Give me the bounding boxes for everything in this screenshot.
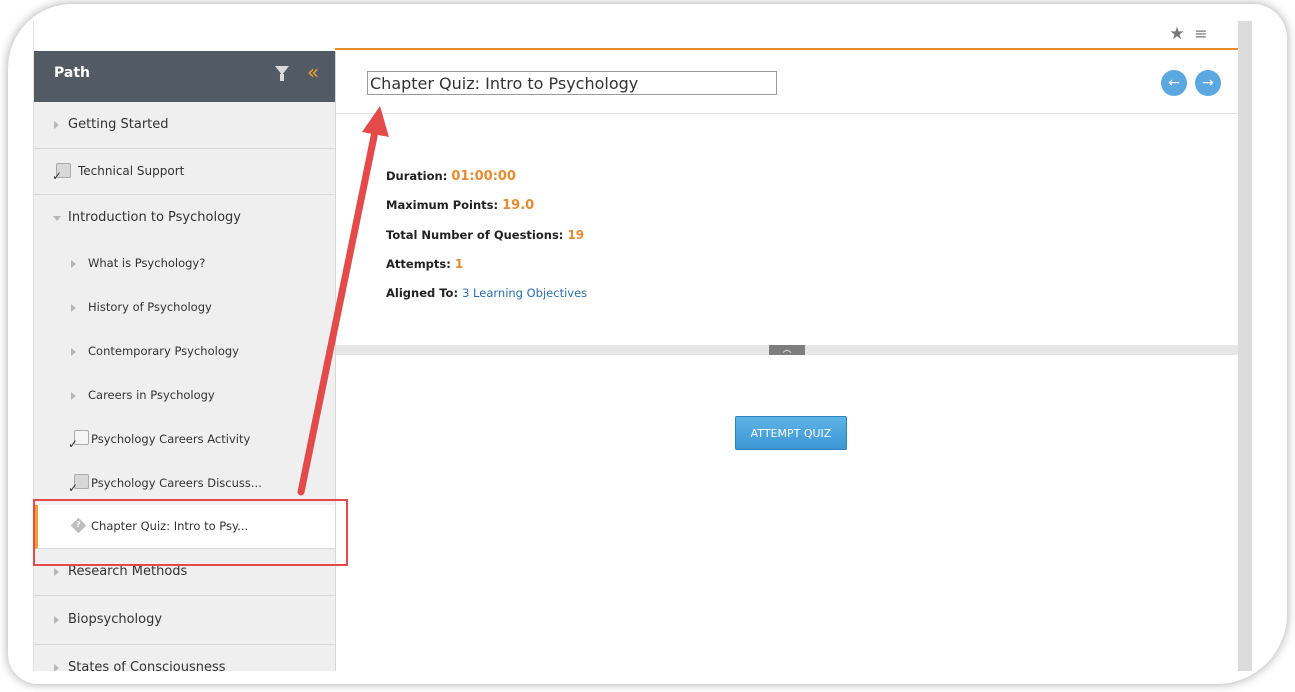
questions-row: Total Number of Questions: 19 [386, 228, 584, 242]
attempt-quiz-button[interactable]: ATTEMPT QUIZ [735, 416, 847, 450]
chevron-right-icon [54, 121, 59, 129]
sidebar-item-getting-started[interactable]: Getting Started [34, 102, 335, 149]
duration-label: Duration: [386, 169, 448, 183]
sidebar-item-label: Careers in Psychology [88, 388, 215, 402]
chevron-right-icon [71, 260, 76, 268]
filter-icon-stem [280, 74, 284, 81]
checkmark-icon: ✓ [52, 169, 63, 183]
questions-label: Total Number of Questions: [386, 228, 564, 242]
chevron-down-icon [53, 216, 61, 221]
sidebar-item-label: Research Methods [68, 564, 188, 579]
sidebar-item-biopsychology[interactable]: Biopsychology [34, 596, 335, 645]
attempts-label: Attempts: [386, 257, 451, 271]
sidebar-item-introduction-to-psychology[interactable]: Introduction to Psychology [34, 195, 335, 241]
sidebar-item-label: States of Consciousness [68, 660, 226, 671]
arrow-left-icon[interactable]: ← [1161, 70, 1187, 96]
page-title: Chapter Quiz: Intro to Psychology [367, 71, 777, 95]
double-chevron-left-icon[interactable]: « [307, 62, 319, 82]
attempts-row: Attempts: 1 [386, 257, 463, 271]
header-separator [336, 113, 1239, 114]
aligned-row: Aligned To: 3 Learning Objectives [386, 286, 587, 300]
duration-row: Duration: 01:00:00 [386, 169, 516, 184]
questions-value: 19 [567, 228, 585, 242]
sidebar-item-history-of-psychology[interactable]: History of Psychology [34, 285, 335, 329]
chevron-right-icon [54, 664, 59, 671]
sidebar-item-label: Contemporary Psychology [88, 344, 239, 358]
chevron-right-icon [71, 392, 76, 400]
aligned-label: Aligned To: [386, 286, 459, 300]
sidebar-item-label: Psychology Careers Discuss... [91, 476, 262, 490]
window-right-edge [1238, 21, 1252, 671]
chevron-right-icon [54, 568, 59, 576]
sidebar-item-what-is-psychology[interactable]: What is Psychology? [34, 241, 335, 285]
chevron-right-icon [71, 304, 76, 312]
app-window: ★ ≡ Path « Getting Started ✓ Technical S… [33, 21, 1239, 671]
sidebar-item-psychology-careers-activity[interactable]: ✓ Psychology Careers Activity [34, 417, 335, 461]
sidebar-item-label: Psychology Careers Activity [91, 432, 251, 446]
star-icon[interactable]: ★ [1168, 25, 1186, 43]
attempts-value: 1 [454, 257, 464, 271]
annotation-highlight-box [33, 499, 348, 566]
sidebar-item-careers-in-psychology[interactable]: Careers in Psychology [34, 373, 335, 417]
chevron-right-icon [54, 616, 59, 624]
chevron-up-icon[interactable]: ︿ [769, 345, 805, 355]
sidebar-item-technical-support[interactable]: ✓ Technical Support [34, 149, 335, 195]
accent-line [335, 48, 1239, 50]
sidebar-item-label: What is Psychology? [88, 256, 206, 270]
chevron-right-icon [71, 348, 76, 356]
max-points-value: 19.0 [502, 198, 535, 213]
max-points-label: Maximum Points: [386, 198, 499, 212]
max-points-row: Maximum Points: 19.0 [386, 198, 534, 213]
learning-objectives-link[interactable]: 3 Learning Objectives [462, 286, 587, 300]
sidebar-item-label: History of Psychology [88, 300, 212, 314]
sidebar-item-label: Biopsychology [68, 612, 163, 627]
content-panel: Chapter Quiz: Intro to Psychology ← → Du… [336, 51, 1239, 671]
sidebar: Path « Getting Started ✓ Technical Suppo… [34, 51, 336, 671]
checkmark-icon: ✓ [68, 481, 79, 495]
menu-icon[interactable]: ≡ [1192, 25, 1210, 43]
checkmark-icon: ✓ [68, 437, 79, 451]
sidebar-item-contemporary-psychology[interactable]: Contemporary Psychology [34, 329, 335, 373]
duration-value: 01:00:00 [451, 169, 516, 184]
top-toolbar: ★ ≡ [34, 21, 1239, 47]
sidebar-item-label: Technical Support [78, 164, 185, 178]
sidebar-item-states-of-consciousness[interactable]: States of Consciousness [34, 645, 335, 671]
sidebar-item-label: Getting Started [68, 117, 169, 132]
arrow-right-icon[interactable]: → [1195, 70, 1221, 96]
sidebar-item-label: Introduction to Psychology [68, 210, 241, 225]
sidebar-header: Path « [34, 51, 335, 102]
sidebar-title: Path [54, 65, 90, 81]
